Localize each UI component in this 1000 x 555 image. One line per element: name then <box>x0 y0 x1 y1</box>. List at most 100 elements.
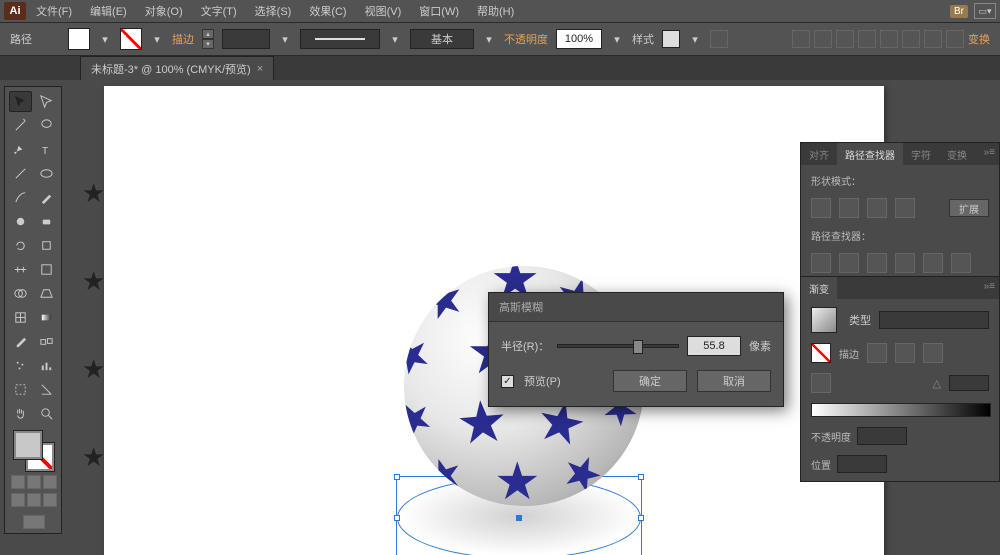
free-transform-tool[interactable] <box>35 259 58 280</box>
menu-view[interactable]: 视图(V) <box>357 0 410 22</box>
selection-tool[interactable] <box>9 91 32 112</box>
panel-menu-icon[interactable]: »≡ <box>984 281 995 292</box>
menu-edit[interactable]: 编辑(E) <box>82 0 135 22</box>
gradient-ramp[interactable] <box>811 403 991 417</box>
color-mode-icon[interactable] <box>11 475 25 489</box>
cancel-button[interactable]: 取消 <box>697 370 771 392</box>
gradient-mode-icon[interactable] <box>27 475 41 489</box>
gradient-position-input[interactable] <box>837 455 887 473</box>
menu-object[interactable]: 对象(O) <box>137 0 191 22</box>
stroke-weight-dropdown[interactable]: ▾ <box>278 28 292 50</box>
stroke-apply-within-icon[interactable] <box>867 343 887 363</box>
resize-handle-ne[interactable] <box>638 474 644 480</box>
align-bottom-icon[interactable] <box>902 30 920 48</box>
width-tool[interactable] <box>9 259 32 280</box>
tab-character[interactable]: 字符 <box>903 143 939 165</box>
crop-icon[interactable] <box>895 253 915 273</box>
stroke-weight-input[interactable] <box>222 29 270 49</box>
screen-mode-icon[interactable] <box>23 515 45 529</box>
rotate-tool[interactable] <box>9 235 32 256</box>
type-tool[interactable]: T <box>35 139 58 160</box>
outline-icon[interactable] <box>923 253 943 273</box>
panel-menu-icon[interactable]: »≡ <box>984 147 995 158</box>
reverse-gradient-icon[interactable] <box>811 373 831 393</box>
pencil-tool[interactable] <box>35 187 58 208</box>
workspace-layout-icon[interactable]: ▭▾ <box>974 3 996 19</box>
eraser-tool[interactable] <box>35 211 58 232</box>
align-center-h-icon[interactable] <box>814 30 832 48</box>
direct-selection-tool[interactable] <box>35 91 58 112</box>
center-handle[interactable] <box>516 515 522 521</box>
brush-definition[interactable]: 基本 <box>410 29 474 49</box>
menu-window[interactable]: 窗口(W) <box>411 0 467 22</box>
preview-checkbox[interactable]: ✓ <box>501 375 514 388</box>
brush-dropdown[interactable]: ▾ <box>482 28 496 50</box>
stroke-label[interactable]: 描边 <box>172 31 194 47</box>
line-tool[interactable] <box>9 163 32 184</box>
slider-thumb[interactable] <box>633 340 643 354</box>
resize-handle-e[interactable] <box>638 515 644 521</box>
opacity-label[interactable]: 不透明度 <box>504 31 548 47</box>
tab-gradient[interactable]: 渐变 <box>801 277 837 299</box>
align-center-v-icon[interactable] <box>880 30 898 48</box>
fill-swatch[interactable] <box>68 28 90 50</box>
perspective-grid-tool[interactable] <box>35 283 58 304</box>
radius-input[interactable] <box>687 336 741 356</box>
gradient-stroke-swatch[interactable] <box>811 343 831 363</box>
distribute-h-icon[interactable] <box>924 30 942 48</box>
close-tab-icon[interactable]: × <box>257 63 263 75</box>
minus-back-icon[interactable] <box>951 253 971 273</box>
blob-brush-tool[interactable] <box>9 211 32 232</box>
lasso-tool[interactable] <box>35 115 58 136</box>
minus-front-icon[interactable] <box>839 198 859 218</box>
stroke-swatch[interactable] <box>120 28 142 50</box>
align-top-icon[interactable] <box>858 30 876 48</box>
fill-color-swatch[interactable] <box>14 431 42 459</box>
document-tab[interactable]: 未标题-3* @ 100% (CMYK/预览) × <box>80 56 274 81</box>
artboard-tool[interactable] <box>9 379 32 400</box>
draw-normal-icon[interactable] <box>11 493 25 507</box>
style-dropdown[interactable]: ▾ <box>688 28 702 50</box>
pen-tool[interactable] <box>9 139 32 160</box>
merge-icon[interactable] <box>867 253 887 273</box>
align-left-icon[interactable] <box>792 30 810 48</box>
gradient-type-dropdown[interactable] <box>879 311 989 329</box>
intersect-icon[interactable] <box>867 198 887 218</box>
slice-tool[interactable] <box>35 379 58 400</box>
tab-transform[interactable]: 变换 <box>939 143 975 165</box>
resize-handle-w[interactable] <box>394 515 400 521</box>
opacity-dropdown[interactable]: ▾ <box>610 28 624 50</box>
menu-select[interactable]: 选择(S) <box>247 0 300 22</box>
none-mode-icon[interactable] <box>43 475 57 489</box>
stroke-apply-along-icon[interactable] <box>895 343 915 363</box>
dialog-title[interactable]: 高斯模糊 <box>489 293 783 322</box>
expand-button[interactable]: 扩展 <box>949 199 989 217</box>
gradient-thumbnail[interactable] <box>811 307 837 333</box>
hand-tool[interactable] <box>9 403 32 424</box>
stroke-apply-across-icon[interactable] <box>923 343 943 363</box>
align-right-icon[interactable] <box>836 30 854 48</box>
menu-effect[interactable]: 效果(C) <box>301 0 354 22</box>
bridge-icon[interactable]: Br <box>950 5 968 18</box>
draw-behind-icon[interactable] <box>27 493 41 507</box>
column-graph-tool[interactable] <box>35 355 58 376</box>
opacity-input[interactable] <box>556 29 602 49</box>
scale-tool[interactable] <box>35 235 58 256</box>
fill-stroke-swatches[interactable] <box>14 431 54 471</box>
rectangle-tool[interactable] <box>35 163 58 184</box>
gradient-angle-input[interactable] <box>949 375 989 391</box>
unite-icon[interactable] <box>811 198 831 218</box>
gradient-opacity-input[interactable] <box>857 427 907 445</box>
stroke-dropdown[interactable]: ▾ <box>150 28 164 50</box>
trim-icon[interactable] <box>839 253 859 273</box>
magic-wand-tool[interactable] <box>9 115 32 136</box>
shape-builder-tool[interactable] <box>9 283 32 304</box>
symbol-sprayer-tool[interactable] <box>9 355 32 376</box>
radius-slider[interactable] <box>557 344 679 348</box>
stroke-weight-spinner[interactable]: ▴▾ <box>202 29 214 49</box>
menu-file[interactable]: 文件(F) <box>28 0 80 22</box>
graphic-style-swatch[interactable] <box>662 30 680 48</box>
paintbrush-tool[interactable] <box>9 187 32 208</box>
stroke-profile[interactable] <box>300 29 380 49</box>
distribute-v-icon[interactable] <box>946 30 964 48</box>
